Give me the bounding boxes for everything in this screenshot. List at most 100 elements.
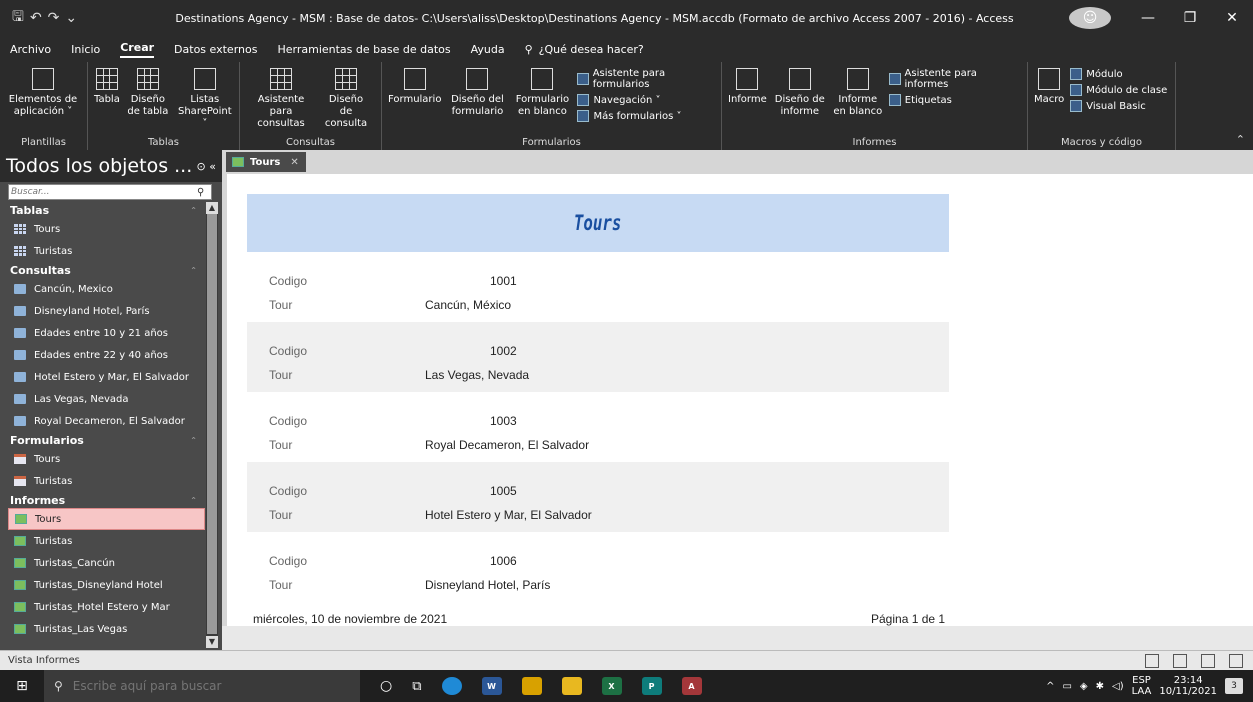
nav-category-label: Tablas: [10, 203, 50, 217]
windows-start-icon[interactable]: ⊞: [0, 678, 44, 694]
report-icon: [14, 624, 26, 634]
publisher-icon[interactable]: P: [641, 677, 662, 695]
form-wizard-button[interactable]: Asistente para formularios: [577, 68, 715, 90]
nav-header[interactable]: Todos los objetos ... ⊙ «: [0, 150, 222, 182]
nav-item[interactable]: Tours: [8, 448, 205, 470]
navigation-icon: [577, 94, 590, 106]
design-view-icon[interactable]: [1229, 653, 1243, 668]
query-design-label: Diseño de consulta: [324, 94, 368, 129]
save-icon[interactable]: 🖫: [12, 6, 24, 30]
nav-item[interactable]: Disneyland Hotel, París: [8, 300, 205, 322]
nav-search-input[interactable]: [9, 187, 195, 197]
account-avatar-icon[interactable]: ☺: [1069, 7, 1111, 29]
collapse-category-icon[interactable]: ⌃: [190, 496, 205, 505]
excel-icon[interactable]: X: [601, 677, 622, 695]
report-wizard-button[interactable]: Asistente para informes: [888, 68, 1021, 90]
doc-tab-tours[interactable]: Tours ✕: [226, 152, 306, 172]
nav-item[interactable]: Hotel Estero y Mar, El Salvador: [8, 366, 205, 388]
class-module-icon: [1070, 84, 1083, 96]
volume-icon[interactable]: ◁): [1112, 681, 1124, 692]
customize-qat-icon[interactable]: ⌄: [65, 10, 77, 26]
nav-item[interactable]: Las Vegas, Nevada: [8, 388, 205, 410]
form-icon: [403, 68, 426, 90]
window-title: Destinations Agency - MSM : Base de dato…: [175, 11, 1014, 25]
nav-item[interactable]: Cancún, Mexico: [8, 278, 205, 300]
nav-item-label: Turistas_Hotel Estero y Mar: [34, 601, 170, 613]
file-explorer-icon[interactable]: [561, 677, 582, 695]
more-forms-button[interactable]: Más formularios ˅: [577, 110, 715, 122]
language-indicator[interactable]: ESP LAA: [1132, 675, 1152, 697]
redo-icon[interactable]: ↷: [48, 10, 60, 26]
module-button[interactable]: Módulo: [1070, 68, 1167, 80]
nav-item-label: Las Vegas, Nevada: [34, 393, 129, 405]
report-view-icon[interactable]: [1145, 653, 1159, 668]
taskbar-search[interactable]: ⚲: [44, 670, 360, 702]
nav-menu-chevron-icon[interactable]: ⊙ «: [197, 160, 216, 173]
tray-chevron-icon[interactable]: ^: [1046, 681, 1054, 692]
taskbar-search-input[interactable]: [72, 679, 333, 693]
scroll-down-icon[interactable]: ▼: [206, 636, 218, 648]
close-button[interactable]: ✕: [1211, 10, 1253, 26]
nav-item[interactable]: Tours: [8, 508, 205, 530]
code-value: 1001: [490, 274, 517, 288]
cortana-icon[interactable]: ○: [380, 678, 392, 694]
nav-item[interactable]: Edades entre 10 y 21 años: [8, 322, 205, 344]
tab-ayuda[interactable]: Ayuda: [471, 43, 505, 56]
nav-category-table[interactable]: Tablas ⌃: [8, 202, 205, 218]
nav-item[interactable]: Turistas_Disneyland Hotel: [8, 574, 205, 596]
report-title: Tours: [574, 211, 622, 235]
nav-item[interactable]: Turistas: [8, 530, 205, 552]
tab-archivo[interactable]: Archivo: [10, 43, 51, 56]
nav-category-query[interactable]: Consultas ⌃: [8, 262, 205, 278]
undo-icon[interactable]: ↶: [30, 10, 42, 26]
nav-item[interactable]: Edades entre 22 y 40 años: [8, 344, 205, 366]
tour-value: Disneyland Hotel, París: [425, 578, 551, 592]
print-preview-icon[interactable]: [1173, 653, 1187, 668]
layout-view-icon[interactable]: [1201, 653, 1215, 668]
collapse-category-icon[interactable]: ⌃: [190, 436, 205, 445]
nav-category-form[interactable]: Formularios ⌃: [8, 432, 205, 448]
store-icon[interactable]: [521, 677, 542, 695]
navigation-button[interactable]: Navegación ˅: [577, 94, 715, 106]
nav-item[interactable]: Tours: [8, 218, 205, 240]
form-icon: [14, 454, 26, 464]
labels-button[interactable]: Etiquetas: [888, 94, 1021, 106]
tab-herramientas[interactable]: Herramientas de base de datos: [277, 43, 450, 56]
nav-item[interactable]: Royal Decameron, El Salvador: [8, 410, 205, 432]
scroll-thumb[interactable]: [207, 214, 217, 634]
access-icon[interactable]: A: [681, 677, 702, 695]
restore-button[interactable]: ❐: [1169, 10, 1211, 26]
labels-label: Etiquetas: [904, 94, 952, 106]
network-icon[interactable]: ▭: [1062, 681, 1071, 692]
tab-datos-externos[interactable]: Datos externos: [174, 43, 257, 56]
nav-scrollbar[interactable]: ▲ ▼: [206, 202, 218, 648]
class-module-button[interactable]: Módulo de clase: [1070, 84, 1167, 96]
nav-item[interactable]: Turistas: [8, 240, 205, 262]
nav-item[interactable]: Turistas_Cancún: [8, 552, 205, 574]
tab-inicio[interactable]: Inicio: [71, 43, 100, 56]
tab-crear[interactable]: Crear: [120, 41, 155, 58]
security-icon[interactable]: ◈: [1080, 681, 1088, 692]
task-view-icon[interactable]: ⧉: [412, 679, 421, 694]
scroll-up-icon[interactable]: ▲: [206, 202, 218, 214]
clock[interactable]: 23:14 10/11/2021: [1159, 675, 1217, 697]
search-icon[interactable]: ⚲: [195, 187, 204, 198]
edge-icon[interactable]: [441, 677, 462, 695]
visual-basic-button[interactable]: Visual Basic: [1070, 100, 1167, 112]
bluetooth-icon[interactable]: ✱: [1096, 681, 1104, 692]
close-tab-icon[interactable]: ✕: [290, 157, 298, 168]
nav-item[interactable]: Turistas_Hotel Estero y Mar: [8, 596, 205, 618]
tell-me-search[interactable]: ⚲ ¿Qué desea hacer?: [525, 43, 644, 56]
report-footer-date: miércoles, 10 de noviembre de 2021: [253, 612, 448, 626]
notifications-icon[interactable]: 3: [1225, 678, 1243, 694]
collapse-category-icon[interactable]: ⌃: [190, 206, 205, 215]
word-icon[interactable]: W: [481, 677, 502, 695]
collapse-ribbon-icon[interactable]: ⌃: [1236, 133, 1245, 146]
nav-item[interactable]: Turistas: [8, 470, 205, 492]
nav-category-report[interactable]: Informes ⌃: [8, 492, 205, 508]
form-wizard-label: Asistente para formularios: [592, 68, 666, 90]
minimize-button[interactable]: —: [1127, 10, 1169, 26]
collapse-category-icon[interactable]: ⌃: [190, 266, 205, 275]
nav-item[interactable]: Turistas_Las Vegas: [8, 618, 205, 640]
sharepoint-lists-label: Listas SharePoint ˅: [178, 94, 232, 129]
